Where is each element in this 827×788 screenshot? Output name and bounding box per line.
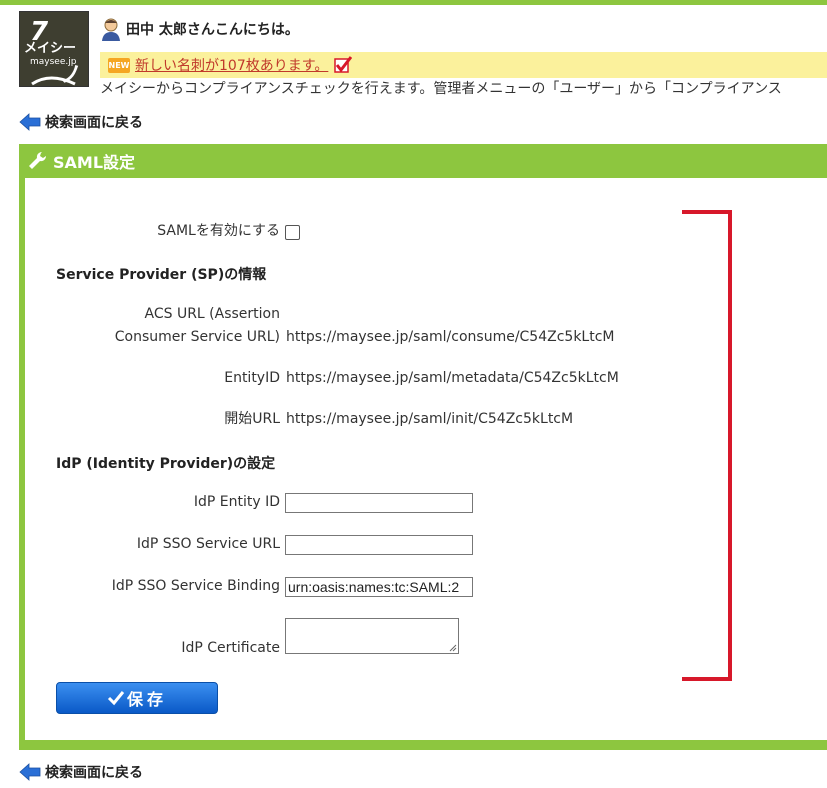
idp-sso-binding-label: IdP SSO Service Binding [111, 578, 280, 594]
resize-grip-icon[interactable] [449, 644, 457, 652]
left-arrow-icon [19, 113, 41, 131]
acs-url-label-line1: ACS URL (Assertion [144, 306, 280, 322]
svg-text:メイシー: メイシー [24, 41, 76, 56]
idp-certificate-label: IdP Certificate [181, 640, 280, 656]
check-icon [107, 691, 125, 706]
start-url-label: 開始URL [224, 411, 280, 427]
acs-url-label-line2: Consumer Service URL) [114, 329, 280, 345]
entity-id-label: EntityID [224, 370, 280, 386]
panel-header: SAML設定 [19, 144, 135, 178]
new-cards-notice: NEW 新しい名刺が107枚あります。 [100, 52, 827, 78]
entity-id-value: https://maysee.jp/saml/metadata/C54Zc5kL… [286, 370, 619, 386]
idp-sso-binding-input[interactable]: urn:oasis:names:tc:SAML:2 [285, 577, 473, 597]
back-to-search-label: 検索画面に戻る [45, 115, 143, 131]
start-url-value: https://maysee.jp/saml/init/C54Zc5kLtcM [286, 411, 574, 427]
user-avatar-icon [102, 18, 120, 41]
new-cards-link[interactable]: 新しい名刺が107枚あります。 [135, 55, 328, 75]
enable-saml-label: SAMLを有効にする [157, 223, 280, 239]
idp-sso-url-input[interactable] [285, 535, 473, 555]
greeting-text: 田中 太郎さんこんにちは。 [126, 22, 299, 38]
sp-section-heading: Service Provider (SP)の情報 [56, 267, 267, 283]
left-arrow-icon [19, 763, 41, 781]
greeting: 田中 太郎さんこんにちは。 [100, 16, 299, 42]
new-badge: NEW [108, 57, 130, 73]
panel-title: SAML設定 [53, 153, 136, 172]
acs-url-value: https://maysee.jp/saml/consume/C54Zc5kLt… [286, 329, 615, 345]
idp-section-heading: IdP (Identity Provider)の設定 [56, 456, 276, 472]
maysee-logo[interactable]: 7 メイシー maysee.jp ノ [19, 11, 89, 87]
back-to-search-link-top[interactable]: 検索画面に戻る [19, 112, 143, 132]
back-to-search-link-bottom[interactable]: 検索画面に戻る [19, 762, 143, 782]
compliance-description: メイシーからコンプライアンスチェックを行えます。管理者メニューの「ユーザー」から… [100, 81, 782, 97]
idp-certificate-textarea[interactable] [285, 618, 459, 654]
idp-entity-id-input[interactable] [285, 493, 473, 513]
red-bracket-annotation [682, 210, 732, 681]
enable-saml-checkbox[interactable] [285, 225, 300, 240]
wrench-icon [29, 151, 47, 169]
idp-sso-url-label: IdP SSO Service URL [136, 536, 280, 552]
save-label: 保存 [126, 690, 167, 709]
back-to-search-label: 検索画面に戻る [45, 765, 143, 781]
top-accent-bar [0, 0, 827, 5]
idp-entity-id-label: IdP Entity ID [193, 494, 280, 510]
checkmark-icon [334, 56, 353, 73]
save-button[interactable]: 保存 [56, 682, 218, 714]
